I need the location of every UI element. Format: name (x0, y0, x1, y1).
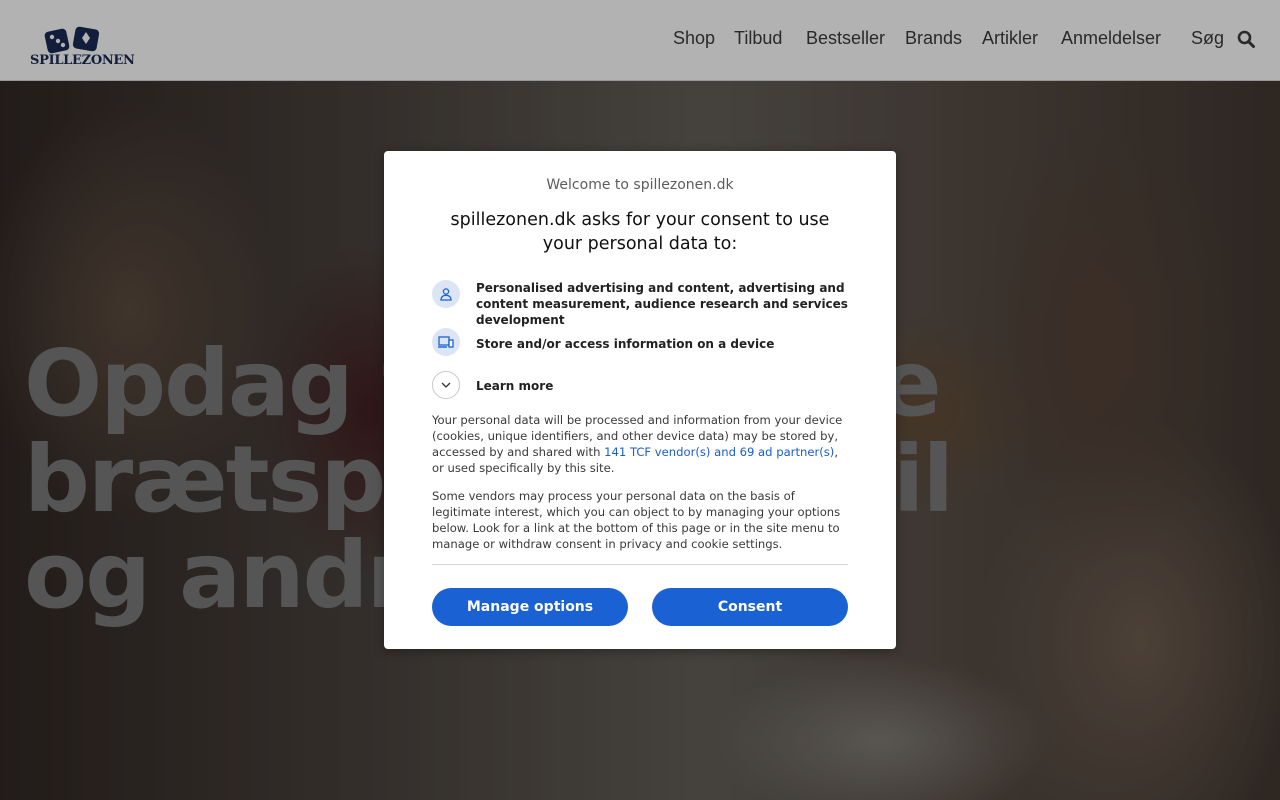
consent-heading: spillezonen.dk asks for your consent to … (450, 210, 830, 254)
purpose-item: Personalised advertising and content, ad… (432, 280, 852, 327)
consent-paragraph: Your personal data will be processed and… (432, 412, 852, 476)
purpose-text: Personalised advertising and content, ad… (476, 281, 848, 327)
manage-options-button[interactable]: Manage options (432, 588, 628, 626)
devices-icon (432, 328, 460, 356)
legitimate-interest-paragraph: Some vendors may process your personal d… (432, 489, 841, 551)
divider (432, 564, 848, 565)
vendors-link[interactable]: 141 TCF vendor(s) and 69 ad partner(s) (604, 445, 834, 459)
consent-button[interactable]: Consent (652, 588, 848, 626)
learn-more-toggle[interactable]: Learn more (432, 371, 852, 399)
person-icon (432, 280, 460, 308)
learn-more-label[interactable]: Learn more (476, 378, 851, 394)
purpose-item: Store and/or access information on a dev… (432, 328, 852, 356)
purpose-text: Store and/or access information on a dev… (476, 337, 775, 351)
chevron-down-icon[interactable] (432, 371, 460, 399)
consent-welcome: Welcome to spillezonen.dk (546, 177, 734, 193)
consent-dialog: Welcome to spillezonen.dk spillezonen.dk… (384, 151, 896, 649)
